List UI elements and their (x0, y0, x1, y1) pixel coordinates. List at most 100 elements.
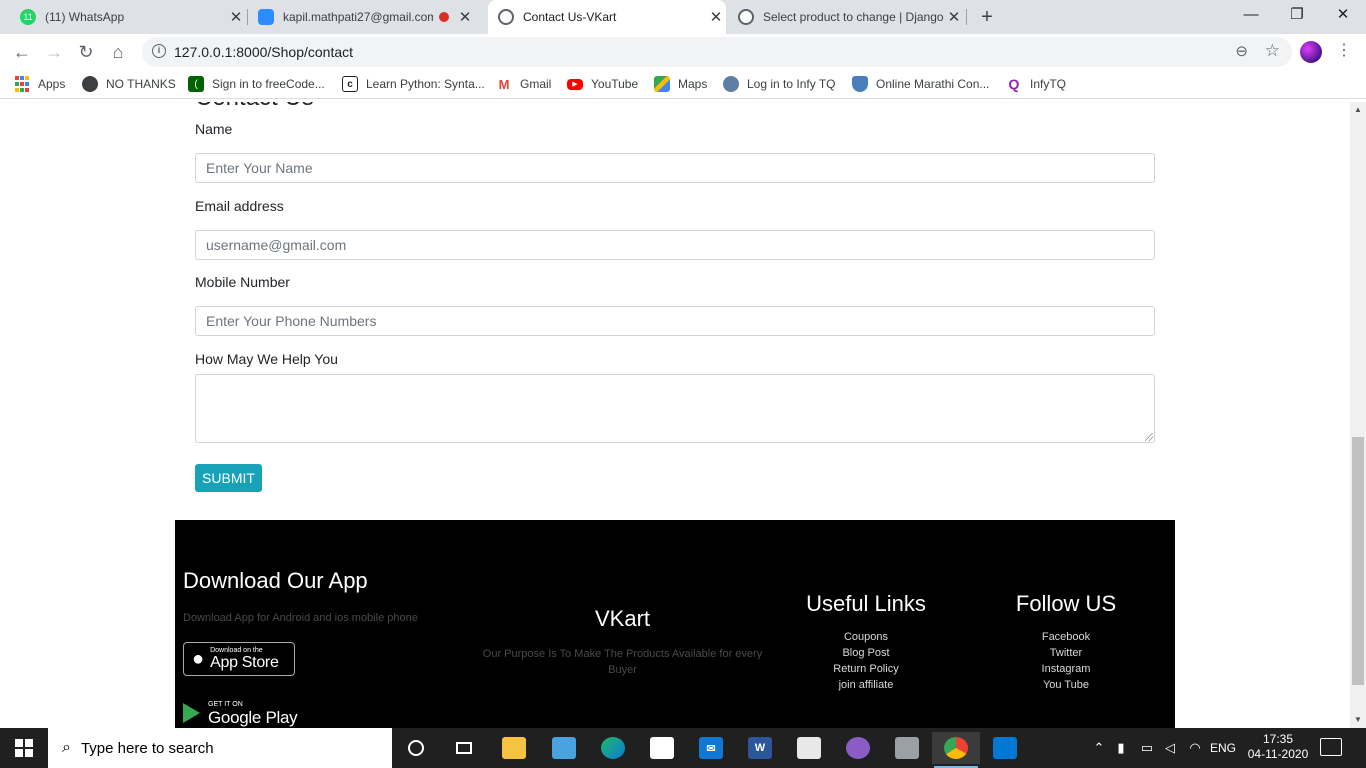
bookmark-label: YouTube (591, 77, 639, 91)
cortana-button[interactable] (392, 732, 440, 764)
scrollbar-thumb[interactable] (1352, 437, 1364, 685)
task-view-icon (456, 742, 472, 754)
microphone-icon[interactable]: ▮ (1112, 728, 1130, 768)
mobile-input[interactable] (195, 306, 1155, 336)
link-youtube[interactable]: You Tube (992, 677, 1140, 693)
bookmark-label: Apps (38, 77, 66, 91)
store-button[interactable] (638, 732, 686, 764)
link-return-policy[interactable]: Return Policy (792, 661, 940, 677)
email-label: Email address (195, 198, 284, 214)
close-window-button[interactable]: ✕ (1320, 0, 1366, 30)
tab-title: kapil.mathpati27@gmail.com (283, 10, 433, 24)
address-bar[interactable]: i 127.0.0.1:8000/Shop/contact ⊖ ☆ (142, 37, 1292, 67)
back-button[interactable]: ← (10, 40, 34, 64)
new-tab-button[interactable]: + (977, 4, 997, 30)
tab-title: (11) WhatsApp (45, 10, 125, 24)
edge-icon (601, 737, 625, 759)
link-instagram[interactable]: Instagram (992, 661, 1140, 677)
browser-tab-strip: 11 (11) WhatsApp ✕ kapil.mathpati27@gmai… (0, 0, 1366, 34)
tab-gmail[interactable]: kapil.mathpati27@gmail.com ✕ (250, 0, 484, 34)
cat-app-icon (846, 737, 870, 759)
name-input[interactable] (195, 153, 1155, 183)
camera-button[interactable] (883, 732, 931, 764)
cat-app-button[interactable] (834, 732, 882, 764)
network-app-button[interactable] (540, 732, 588, 764)
google-play-badge[interactable]: GET IT ON Google Play (183, 696, 303, 728)
brand-heading: VKart (594, 606, 651, 631)
restore-button[interactable]: ❐ (1274, 0, 1320, 30)
follow-us-heading: Follow US (1015, 591, 1117, 616)
bookmark-label: Sign in to freeCode... (212, 77, 325, 91)
appstore-big-text: App Store (210, 654, 279, 671)
help-textarea[interactable] (195, 374, 1155, 443)
menu-kebab-icon[interactable]: ⋮ (1336, 40, 1352, 60)
mail-button[interactable]: ✉ (687, 732, 735, 764)
word-button[interactable]: W (736, 732, 784, 764)
bookmark-infytq-login[interactable]: Log in to Infy TQ (723, 70, 836, 98)
bookmark-codecademy[interactable]: c Learn Python: Synta... (342, 70, 485, 98)
link-twitter[interactable]: Twitter (992, 645, 1140, 661)
scroll-down-icon[interactable]: ▼ (1350, 712, 1366, 728)
close-tab-icon[interactable]: ✕ (455, 8, 475, 26)
taskbar-search-box[interactable]: ⌕ Type here to search (48, 728, 392, 768)
link-join-affiliate[interactable]: join affiliate (792, 677, 940, 693)
page-scrollbar[interactable]: ▲ ▼ (1350, 102, 1366, 728)
vscode-button[interactable] (981, 732, 1029, 764)
brand-text: Our Purpose Is To Make The Products Avai… (482, 648, 763, 676)
tab-django-admin[interactable]: Select product to change | Django ✕ (728, 0, 964, 34)
bookmark-youtube[interactable]: ▶ YouTube (567, 70, 638, 98)
python-file-icon (797, 737, 821, 759)
zoom-icon[interactable]: ⊖ (1235, 42, 1248, 60)
google-play-icon (183, 703, 200, 723)
home-button[interactable]: ⌂ (106, 40, 130, 64)
follow-us-column: Follow US Facebook Twitter Instagram You… (992, 591, 1140, 693)
scroll-up-icon[interactable]: ▲ (1350, 102, 1366, 118)
bookmark-freecodecamp[interactable]: ( Sign in to freeCode... (188, 70, 325, 98)
email-input[interactable] (195, 230, 1155, 260)
volume-icon[interactable]: ◁ (1160, 728, 1180, 768)
tab-whatsapp[interactable]: 11 (11) WhatsApp ✕ (12, 0, 246, 34)
link-coupons[interactable]: Coupons (792, 629, 940, 645)
bookmark-label: Learn Python: Synta... (366, 77, 485, 91)
download-app-heading: Download Our App (183, 568, 368, 593)
profile-avatar[interactable] (1300, 41, 1322, 63)
system-clock[interactable]: 17:35 04-11-2020 (1243, 732, 1313, 762)
file-explorer-button[interactable] (490, 732, 538, 764)
submit-button[interactable]: SUBMIT (195, 464, 262, 492)
search-placeholder: Type here to search (80, 739, 214, 757)
url-text[interactable]: 127.0.0.1:8000/Shop/contact (174, 37, 353, 67)
edge-button[interactable] (589, 732, 637, 764)
link-blog-post[interactable]: Blog Post (792, 645, 940, 661)
close-tab-icon[interactable]: ✕ (944, 8, 964, 26)
bookmark-infytq[interactable]: Q InfyTQ (1006, 70, 1066, 98)
globe-icon (498, 9, 514, 25)
notification-center-icon[interactable] (1320, 738, 1342, 756)
resize-grip-icon[interactable] (1145, 433, 1153, 441)
bookmark-online-marathi[interactable]: Online Marathi Con... (852, 70, 989, 98)
bookmark-gmail[interactable]: M Gmail (496, 70, 552, 98)
language-indicator[interactable]: ENG (1208, 728, 1238, 768)
store-bag-icon (650, 737, 674, 759)
bookmark-no-thanks[interactable]: NO THANKS (82, 70, 176, 98)
forward-button[interactable]: → (42, 40, 66, 64)
link-facebook[interactable]: Facebook (992, 629, 1140, 645)
gplay-big-text: Google Play (208, 707, 298, 727)
bookmark-maps[interactable]: Maps (654, 70, 707, 98)
tab-contact-vkart[interactable]: Contact Us-VKart ✕ (488, 0, 726, 34)
python-file-button[interactable] (785, 732, 833, 764)
app-store-badge[interactable]: ● Download on the App Store (183, 642, 295, 676)
wifi-icon[interactable]: ◠ (1184, 728, 1206, 768)
close-tab-icon[interactable]: ✕ (706, 8, 726, 26)
chrome-button[interactable] (932, 732, 980, 768)
reload-button[interactable]: ↻ (74, 40, 98, 64)
minimize-button[interactable]: — (1228, 0, 1274, 30)
close-tab-icon[interactable]: ✕ (226, 8, 246, 26)
battery-icon[interactable]: ▭ (1136, 728, 1158, 768)
bookmark-apps[interactable]: Apps (14, 70, 65, 98)
show-hidden-icons[interactable]: ⌃ (1090, 728, 1108, 768)
bookmarks-bar: Apps NO THANKS ( Sign in to freeCode... … (0, 70, 1366, 99)
start-button[interactable] (0, 728, 48, 768)
task-view-button[interactable] (440, 732, 488, 764)
site-info-icon[interactable]: i (152, 44, 166, 58)
bookmark-star-icon[interactable]: ☆ (1265, 41, 1280, 61)
